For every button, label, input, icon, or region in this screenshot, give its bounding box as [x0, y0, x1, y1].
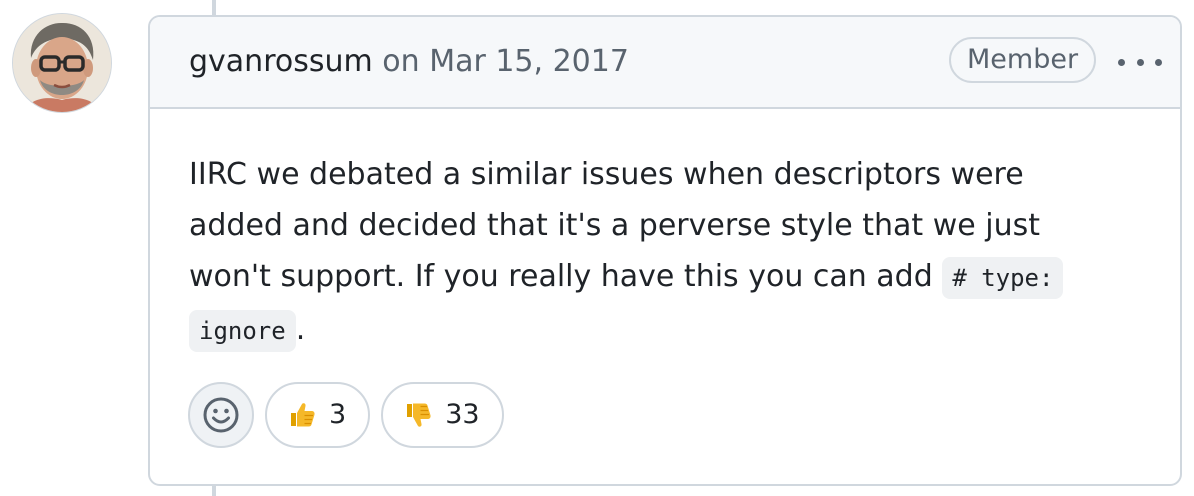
date-prefix: on: [382, 44, 420, 79]
author-line: gvanrossum on Mar 15, 2017: [189, 44, 629, 80]
kebab-dot-icon: [1118, 58, 1125, 66]
body-line: added and decided that it's a perverse s…: [189, 208, 1040, 243]
kebab-dot-icon: [1155, 58, 1162, 66]
comment-body: IIRC we debated a similar issues when de…: [189, 149, 1149, 357]
avatar-portrait-icon: [13, 14, 111, 112]
inline-code: # type:: [942, 257, 1064, 299]
inline-code: ignore: [189, 310, 296, 352]
more-options-button[interactable]: [1118, 53, 1162, 71]
thumbs-down-icon: [407, 403, 431, 427]
thumbs-up-count: 3: [329, 399, 347, 430]
member-badge: Member: [949, 37, 1097, 83]
author-link[interactable]: gvanrossum: [189, 44, 373, 79]
thumbs-up-reaction-button[interactable]: 3: [265, 382, 371, 448]
thumbs-up-icon: [291, 403, 315, 427]
thumbs-down-reaction-button[interactable]: 33: [381, 382, 504, 448]
thumbs-down-count: 33: [445, 399, 480, 430]
comment-header: gvanrossum on Mar 15, 2017 Member: [150, 17, 1180, 109]
body-end: .: [295, 312, 306, 347]
kebab-dot-icon: [1136, 58, 1144, 66]
smiley-icon: [203, 397, 239, 433]
comment-box: gvanrossum on Mar 15, 2017 Member IIRC w…: [148, 15, 1182, 486]
body-line: won't support. If you really have this y…: [189, 259, 933, 294]
add-reaction-button[interactable]: [188, 382, 254, 448]
reactions-bar: 3 33: [188, 382, 515, 448]
comment-date-link[interactable]: Mar 15, 2017: [429, 44, 629, 79]
body-line: IIRC we debated a similar issues when de…: [189, 157, 1024, 192]
avatar[interactable]: [12, 13, 112, 113]
